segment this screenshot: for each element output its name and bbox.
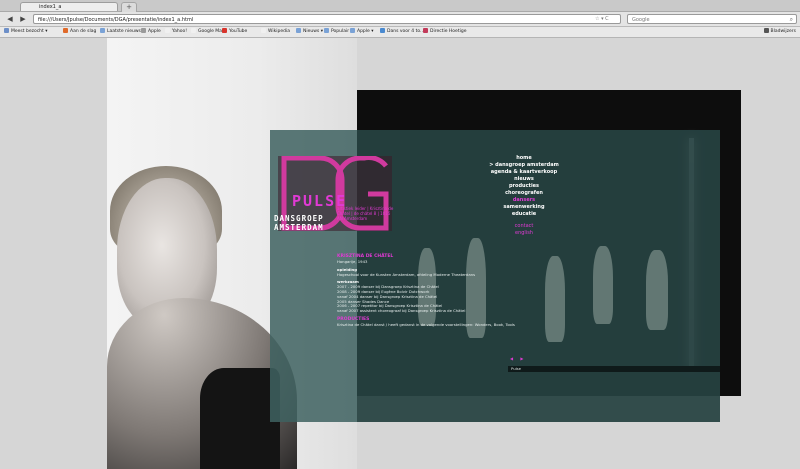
bookmark-icon — [141, 28, 146, 33]
nav-sub-item[interactable]: english — [474, 230, 574, 236]
dancer-figure — [593, 246, 613, 324]
bookmark-label: Yahoo! — [172, 29, 188, 34]
bookmark-icon — [296, 28, 301, 33]
search-icon[interactable]: ⌕ — [790, 15, 793, 25]
bookmark-label: Laatste nieuws ▾ — [107, 29, 145, 34]
search-placeholder: Google — [632, 17, 650, 23]
nav-item[interactable]: > dansgroep amsterdam — [474, 162, 574, 169]
search-field[interactable]: Google ⌕ — [627, 14, 797, 24]
bookmark-item[interactable]: YouTube — [222, 28, 247, 36]
news-ticker: Pulse — [508, 366, 720, 372]
nav-sub-item[interactable]: contact — [474, 223, 574, 229]
bookmark-item[interactable]: Yahoo! — [165, 28, 187, 36]
bookmark-icon — [4, 28, 9, 33]
bookmark-label: Directie Hoetige — [430, 29, 467, 34]
nav-item[interactable]: samenwerking — [474, 204, 574, 211]
url-controls[interactable]: ☆ ▾ C — [595, 14, 609, 24]
bookmark-item[interactable]: Meest bezocht ▾ — [4, 28, 47, 36]
forward-button[interactable]: ▶ — [17, 14, 29, 24]
dancer-figure — [646, 250, 668, 330]
bookmark-item[interactable]: Directie Hoetige — [423, 28, 466, 36]
bookmarks-icon — [763, 28, 769, 33]
logo-line-1: DANSGROEP — [274, 214, 324, 223]
logo-line-2: AMSTERDAM — [274, 223, 324, 232]
logo-info-text: artistiek leider | Krisztina de Châtel |… — [337, 206, 394, 221]
bookmark-icon — [222, 28, 227, 33]
nav-item[interactable]: producties — [474, 183, 574, 190]
bookmark-item[interactable]: Apple — [141, 28, 161, 36]
bookmark-label: Aan de slag — [70, 29, 97, 34]
new-tab-button[interactable]: + — [121, 2, 137, 12]
back-button[interactable]: ◀ — [4, 14, 16, 24]
bookmark-icon — [63, 28, 68, 33]
address-bar[interactable]: file:///Users/Jpulse/Documents/DGA/prese… — [33, 14, 621, 24]
tab-index1-a[interactable]: index1_a — [20, 2, 118, 11]
bookmark-label: Dans voor 4 to... — [387, 29, 425, 34]
site-navigation: home > dansgroep amsterdam agenda & kaartv… — [474, 155, 574, 236]
web-page: PULSE DANSGROEP AMSTERDAM artistiek leid… — [0, 38, 800, 469]
bookmark-label: Apple ▾ — [357, 29, 374, 34]
bookmark-icon — [350, 28, 355, 33]
bookmark-item[interactable]: Apple ▾ — [350, 28, 374, 36]
bookmark-label: YouTube — [229, 29, 248, 34]
opleiding-text: Hogeschool voor de Kunsten Amsterdam, af… — [337, 271, 476, 277]
tab-bar: index1_a + — [0, 0, 800, 12]
bookmark-icon — [423, 28, 428, 33]
werkzaam-list: 2007 - 2009 danser bij Dansgroep Kriszti… — [337, 284, 517, 314]
nav-item[interactable]: educatie — [474, 211, 574, 218]
bookmarks-menu-label: Bladwijzers — [770, 29, 796, 34]
bookmark-icon — [261, 28, 266, 33]
bookmarks-bar: Bladwijzers Meest bezocht ▾ Aan de slag La… — [0, 27, 800, 38]
bookmark-icon — [380, 28, 385, 33]
bookmarks-menu[interactable]: Bladwijzers — [763, 28, 796, 36]
biography-content: KRISZTINA DE CHÂTEL Hongarije, 1943 ople… — [337, 254, 517, 328]
bookmark-label: Apple — [148, 29, 161, 34]
bookmark-icon — [100, 28, 105, 33]
bookmark-icon — [165, 28, 170, 33]
nav-item[interactable]: dansers — [474, 197, 574, 204]
url-text: file:///Users/Jpulse/Documents/DGA/prese… — [38, 17, 194, 23]
bookmark-label: Nieuws ▾ — [303, 29, 323, 34]
dancer-figure — [545, 256, 565, 342]
bookmark-icon — [191, 28, 196, 33]
bookmark-item[interactable]: Aan de slag — [63, 28, 96, 36]
bookmark-item[interactable]: Nieuws ▾ — [296, 28, 323, 36]
bookmark-label: Meest bezocht ▾ — [11, 29, 48, 34]
nav-item[interactable]: choreografen — [474, 190, 574, 197]
portrait-dress — [200, 368, 280, 469]
tab-title: index1_a — [39, 4, 62, 10]
slideshow-controls[interactable]: ◀ ▶ — [510, 356, 526, 361]
bookmark-item[interactable]: Dans voor 4 to... — [380, 28, 424, 36]
producties-text: Krisztina de Châtel danst / heeft gedans… — [337, 321, 515, 327]
bookmark-item[interactable]: Populair ▾ — [324, 28, 353, 36]
nav-item[interactable]: home — [474, 155, 574, 162]
nav-item[interactable]: agenda & kaartverkoop — [474, 169, 574, 176]
dancer-born: Hongarije, 1943 — [337, 259, 368, 264]
bookmark-label: Wikipedia — [268, 29, 290, 34]
nav-item[interactable]: nieuws — [474, 176, 574, 183]
bookmark-item[interactable]: Wikipedia — [261, 28, 290, 36]
bookmark-item[interactable]: Laatste nieuws ▾ — [100, 28, 145, 36]
bookmark-icon — [324, 28, 329, 33]
navigation-bar: ◀ ▶ file:///Users/Jpulse/Documents/DGA/p… — [0, 12, 800, 27]
